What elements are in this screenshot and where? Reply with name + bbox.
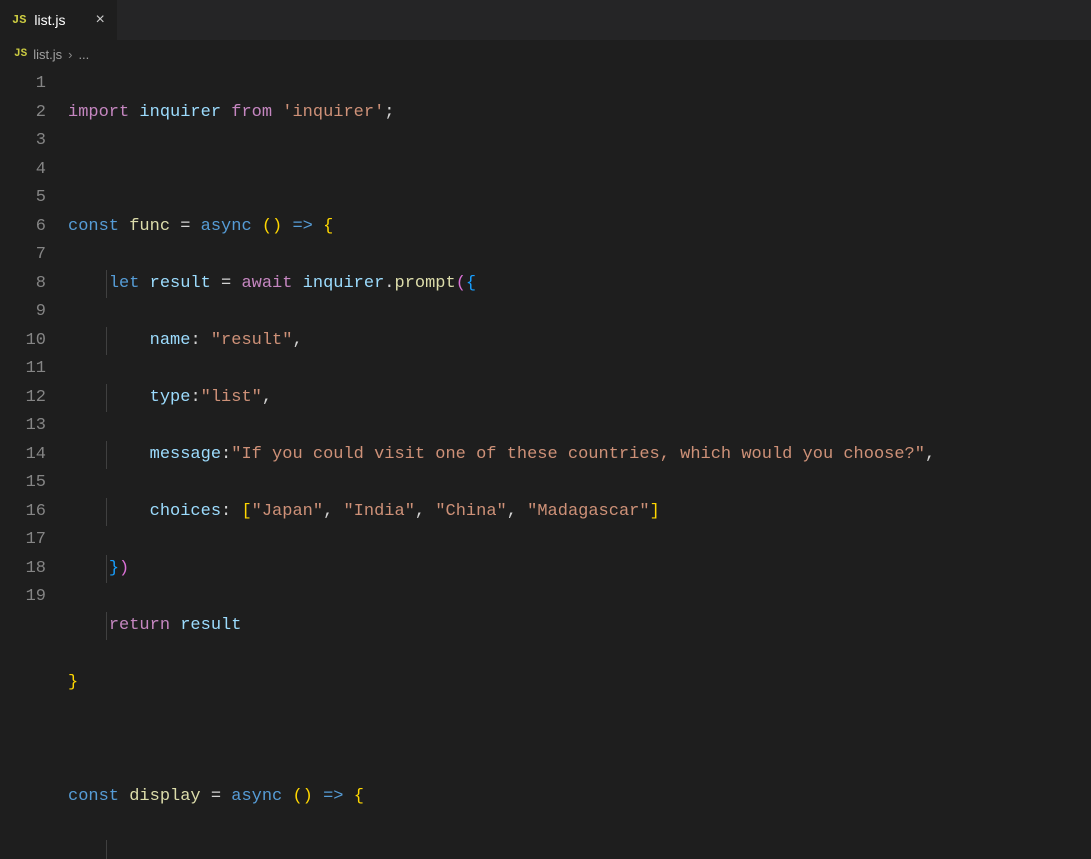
js-file-icon: JS bbox=[12, 13, 26, 27]
tab-filename: list.js bbox=[34, 12, 65, 28]
chevron-right-icon: › bbox=[68, 47, 72, 62]
breadcrumb-more: ... bbox=[78, 47, 89, 62]
breadcrumb-file: list.js bbox=[33, 47, 62, 62]
editor-tab-list-js[interactable]: JS list.js × bbox=[0, 0, 118, 40]
breadcrumb[interactable]: JS list.js › ... bbox=[0, 40, 1091, 68]
close-icon[interactable]: × bbox=[96, 12, 105, 28]
code-editor[interactable]: 12345678910111213141516171819 import inq… bbox=[0, 68, 1091, 859]
line-number-gutter: 12345678910111213141516171819 bbox=[0, 70, 68, 859]
tab-bar: JS list.js × bbox=[0, 0, 1091, 40]
js-file-icon: JS bbox=[14, 48, 27, 60]
code-content[interactable]: import inquirer from 'inquirer'; const f… bbox=[68, 70, 1091, 859]
